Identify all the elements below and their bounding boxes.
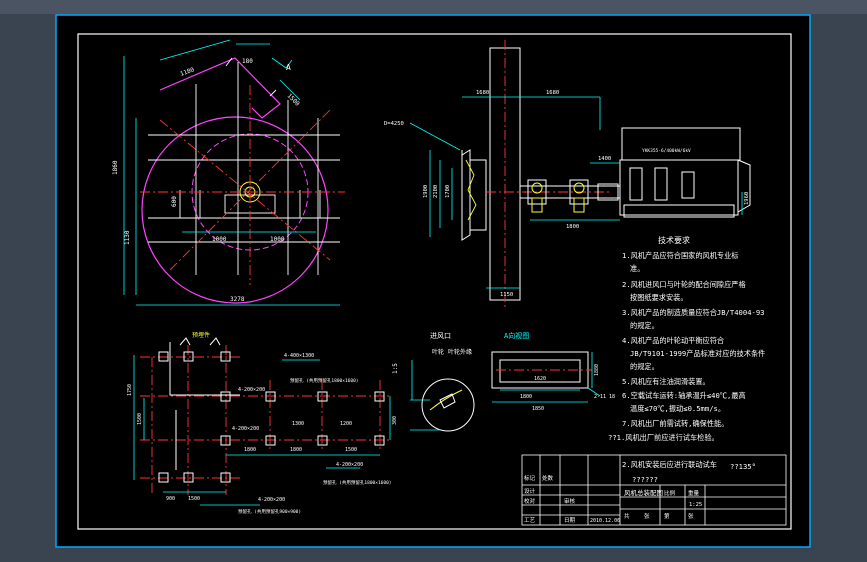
title-cell: 张	[644, 512, 650, 520]
title-cell: 审核	[564, 497, 576, 505]
detail-label: 1:5	[392, 363, 399, 374]
tech-line: 2.风机进风口与叶轮的配合间隙应严格	[622, 280, 746, 289]
tech-line: 6.空载试车运转:轴承温升≤40℃,最高	[622, 391, 746, 400]
title-cell: 处数	[542, 474, 554, 482]
dim-label: 1900	[423, 185, 429, 198]
view-arrow-label: A	[286, 63, 291, 72]
plan-label: 1800	[244, 447, 256, 453]
section-label: 1620	[534, 376, 546, 382]
dim-label: 1860	[112, 160, 119, 175]
section-label: 1800	[520, 394, 532, 400]
plan-label: 4-200×200	[238, 387, 265, 393]
section-label: 2-11 18	[594, 394, 615, 400]
anchor-label: 预留孔 (共用预留孔1800×1600)	[323, 479, 392, 486]
tech-line: 的规定。	[630, 362, 659, 371]
dim-label: 1680	[546, 90, 559, 96]
title-cell: 工艺	[524, 517, 536, 524]
plan-label: 1300	[292, 421, 304, 427]
title-cell: 比例	[664, 489, 676, 497]
dim-label: 180	[242, 58, 253, 65]
dim-label: 1700	[445, 185, 451, 198]
section-label: 1850	[532, 406, 544, 412]
title-cell: 校对	[524, 497, 536, 505]
plan-label: 1200	[340, 421, 352, 427]
tech-overlay-line: 2.风机安装后应进行联动试车	[622, 460, 717, 469]
tech-line: 7.风机出厂前需试转,确保性能。	[622, 419, 728, 428]
plan-label: 1500	[345, 447, 357, 453]
plan-label: 1500	[188, 496, 200, 502]
plan-label: 300	[392, 416, 398, 425]
title-cell: 第	[664, 512, 670, 520]
title-cell: 张	[688, 512, 694, 520]
plan-label: 1750	[127, 384, 133, 396]
scale-value: 1:25	[689, 502, 702, 508]
date-cell: 2010.12.06	[590, 518, 620, 524]
plan-label: 1500	[137, 413, 143, 425]
plan-label: 900	[166, 496, 175, 502]
dim-label: 1150	[500, 292, 513, 298]
title-cell: 标记	[524, 474, 536, 482]
dim-label: 3278	[230, 296, 245, 303]
tech-overlay-line: ??1.风机出厂前应进行试车检验。	[608, 433, 719, 442]
plan-label: 4-200×200	[232, 426, 259, 432]
tech-line: 1.风机产品应符合国家的风机专业标	[622, 251, 738, 260]
detail-label: 叶轮外缘	[448, 348, 472, 356]
tech-line: JB/T9101-1999产品标准对应的技术条件	[630, 349, 765, 358]
dim-label: 1000	[212, 236, 227, 243]
plan-label: 4-200×200	[336, 462, 363, 468]
section-title: A向视图	[504, 331, 529, 340]
plan-label: 4-200×200	[258, 497, 285, 503]
tech-line: 3.风机产品的制造质量应符合JB/T4004-93	[622, 308, 765, 317]
section-label: 1880	[594, 364, 600, 376]
tech-overlay-line: ??????	[632, 475, 658, 484]
title-cell: 共	[624, 512, 630, 520]
tech-heading: 技术要求	[658, 235, 690, 245]
tech-line: 的规定。	[630, 321, 659, 330]
anchor-label: 预留孔 (共用预留孔900×900)	[238, 508, 301, 515]
dim-label: 600	[171, 196, 178, 207]
dim-label: 1400	[598, 156, 611, 162]
plan-label: 1800	[290, 447, 302, 453]
plan-label: 4-400×1300	[284, 353, 314, 359]
plan-title: 预埋件	[192, 331, 210, 339]
dim-label: 1130	[124, 230, 131, 245]
dim-label: 1960	[744, 192, 750, 205]
dim-label: 2100	[433, 185, 439, 198]
anchor-label: 预留孔 (共用预留孔1800×1600)	[290, 377, 359, 384]
tech-line: 温度≤70℃,振动≤0.5mm/s。	[630, 404, 725, 413]
motor-label: YKK355-6/400kW/6kV	[642, 148, 691, 154]
drawing-name: 风机总装配图	[624, 488, 663, 497]
detail-label: 叶轮	[432, 348, 444, 356]
cad-drawing-canvas[interactable]: 1180 1500 1860 600 1000 1130 1000 3278 1…	[0, 0, 867, 562]
dim-label: 1800	[566, 224, 579, 230]
dim-label: 1680	[476, 90, 489, 96]
tech-line: 5.风机应有注油润滑装置。	[622, 377, 710, 386]
title-cell: 日期	[564, 517, 576, 524]
tech-line: 4.风机产品的叶轮动平衡应符合	[622, 336, 724, 345]
title-cell: 重量	[688, 489, 700, 497]
dim-label: D=4250	[384, 121, 404, 127]
title-cell: 设计	[524, 487, 536, 495]
dim-label: 1000	[270, 236, 285, 243]
angle-label: ??135°	[730, 462, 756, 471]
detail-label: 进风口	[430, 332, 451, 340]
tech-line: 准。	[630, 264, 644, 273]
tech-line: 按图纸要求安装。	[630, 293, 688, 302]
